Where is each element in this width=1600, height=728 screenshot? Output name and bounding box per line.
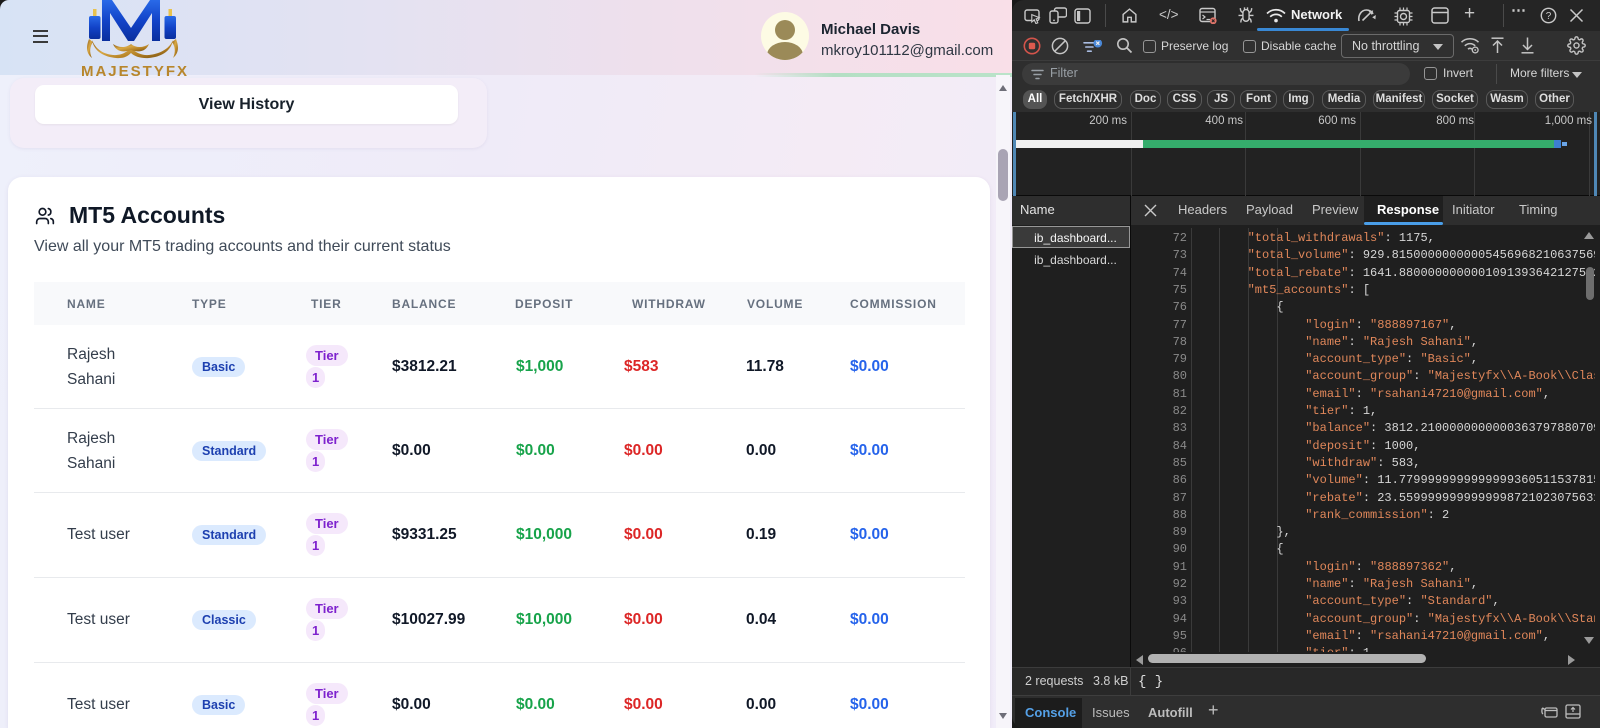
svg-text:?: ? — [1546, 11, 1552, 22]
